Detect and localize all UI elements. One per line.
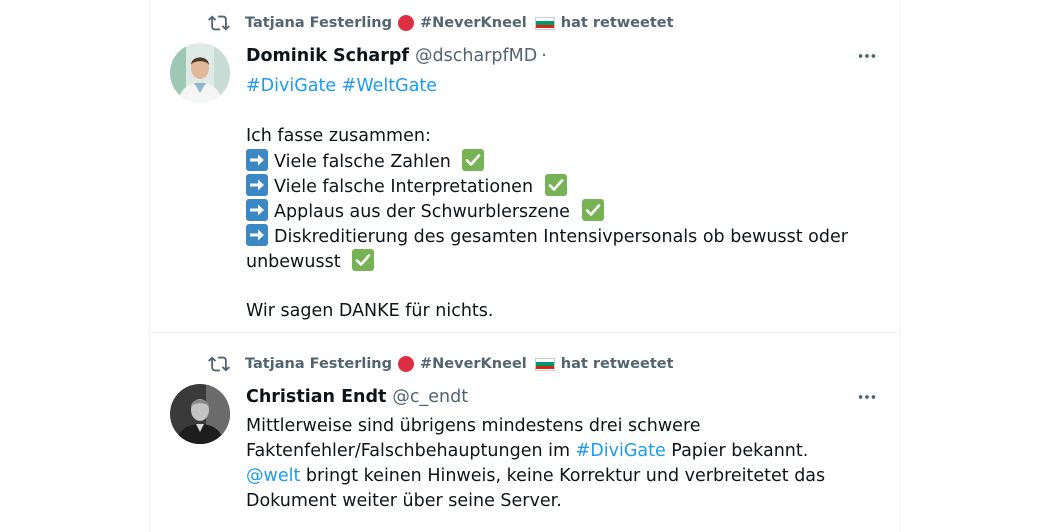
retweet-suffix: hat retweetet: [560, 15, 674, 31]
tweet[interactable]: Tatjana Festerling #NeverKneel hat retwe…: [150, 0, 899, 333]
text-segment: Papier bekannt.: [665, 441, 809, 461]
author-handle[interactable]: @dscharpfMD: [415, 46, 537, 66]
text-segment: bringt keinen Hinweis, keine Korrektur u…: [300, 466, 826, 486]
hashtag-link[interactable]: #DiviGate: [576, 441, 666, 461]
hashtag-line: #DiviGate #WeltGate: [246, 74, 848, 99]
tweet-header: Dominik Scharpf @dscharpfMD ·: [246, 43, 547, 69]
more-options-icon[interactable]: [856, 386, 878, 408]
retweeter-name[interactable]: Tatjana Festerling: [245, 356, 392, 372]
author-name[interactable]: Christian Endt: [246, 387, 386, 407]
bullet-line: Viele falsche Interpretationen: [246, 174, 848, 199]
retweet-context: Tatjana Festerling #NeverKneel hat retwe…: [208, 353, 674, 375]
bullet-line: Diskreditierung des gesamten Intensivper…: [246, 224, 848, 249]
retweeter-hashtag[interactable]: #NeverKneel: [420, 15, 527, 31]
retweet-suffix: hat retweetet: [560, 356, 674, 372]
bullet-line: Applaus aus der Schwurblerszene: [246, 199, 848, 224]
mention-link[interactable]: @welt: [246, 466, 300, 486]
right-arrow-icon: [246, 174, 268, 196]
text-segment: Faktenfehler/Falschbehauptungen im: [246, 441, 576, 461]
intro-line: Ich fasse zusammen:: [246, 126, 431, 146]
retweet-icon: [208, 12, 230, 34]
retweeter-hashtag[interactable]: #NeverKneel: [420, 356, 527, 372]
check-mark-icon: [544, 174, 567, 196]
bullet-text: Applaus aus der Schwurblerszene: [274, 202, 570, 222]
bulgaria-flag-icon: [534, 357, 555, 371]
bulgaria-flag-icon: [534, 16, 555, 30]
right-arrow-icon: [246, 199, 268, 221]
bullet-line: Viele falsche Zahlen: [246, 149, 848, 174]
tweet-text: #DiviGate #WeltGate Ich fasse zusammen: …: [246, 74, 848, 324]
bullet-text: unbewusst: [246, 252, 341, 272]
tweet[interactable]: Tatjana Festerling #NeverKneel hat retwe…: [150, 333, 899, 532]
check-mark-icon: [462, 149, 485, 171]
text-line: @welt bringt keinen Hinweis, keine Korre…: [246, 464, 825, 489]
retweeter-name[interactable]: Tatjana Festerling: [245, 15, 392, 31]
tweet-header: Christian Endt @c_endt: [246, 384, 468, 410]
separator-dot: ·: [541, 46, 547, 66]
hashtag-link[interactable]: #WeltGate: [342, 76, 437, 96]
check-mark-icon: [352, 249, 375, 271]
bullet-text: Viele falsche Zahlen: [274, 152, 451, 172]
hashtag-link[interactable]: #DiviGate: [246, 76, 336, 96]
text-line: Dokument weiter über seine Server.: [246, 491, 562, 511]
timeline: Tatjana Festerling #NeverKneel hat retwe…: [149, 0, 900, 532]
check-mark-icon: [581, 199, 604, 221]
closing-line: Wir sagen DANKE für nichts.: [246, 301, 494, 321]
retweet-icon: [208, 353, 230, 375]
more-options-icon[interactable]: [856, 45, 878, 67]
right-arrow-icon: [246, 149, 268, 171]
avatar[interactable]: [170, 384, 230, 444]
retweet-context: Tatjana Festerling #NeverKneel hat retwe…: [208, 12, 674, 34]
tweet-text: Mittlerweise sind übrigens mindestens dr…: [246, 414, 825, 514]
red-circle-icon: [398, 15, 414, 31]
red-circle-icon: [398, 356, 414, 372]
author-name[interactable]: Dominik Scharpf: [246, 46, 409, 66]
bullet-continuation-line: unbewusst: [246, 249, 848, 274]
bullet-text: Viele falsche Interpretationen: [274, 177, 534, 197]
right-arrow-icon: [246, 224, 268, 246]
avatar[interactable]: [170, 43, 230, 103]
text-line: Faktenfehler/Falschbehauptungen im #Divi…: [246, 439, 825, 464]
author-handle[interactable]: @c_endt: [392, 387, 468, 407]
bullet-text: Diskreditierung des gesamten Intensivper…: [274, 227, 848, 247]
text-line: Mittlerweise sind übrigens mindestens dr…: [246, 416, 701, 436]
